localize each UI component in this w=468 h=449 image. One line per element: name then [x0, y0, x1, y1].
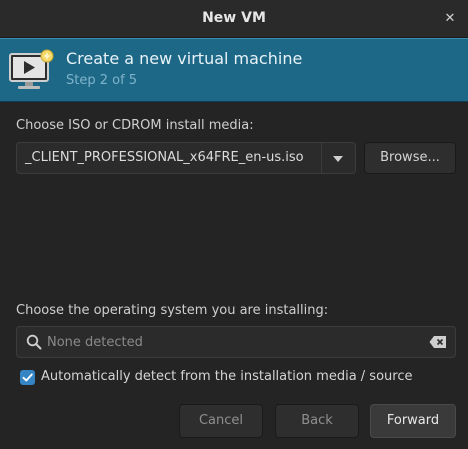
- cancel-button[interactable]: Cancel: [179, 404, 263, 438]
- os-search-input[interactable]: [47, 327, 417, 357]
- back-button[interactable]: Back: [275, 404, 359, 438]
- auto-detect-label[interactable]: Automatically detect from the installati…: [41, 369, 412, 384]
- close-icon[interactable]: ✕: [440, 9, 460, 29]
- forward-button[interactable]: Forward: [370, 404, 456, 438]
- backspace-clear-icon[interactable]: [429, 335, 447, 349]
- virtual-machine-icon: [9, 49, 54, 89]
- title-bar: New VM ✕: [0, 0, 468, 38]
- wizard-banner: Create a new virtual machine Step 2 of 5: [0, 38, 468, 102]
- window-title: New VM: [202, 10, 266, 26]
- install-media-label: Choose ISO or CDROM install media:: [16, 118, 254, 133]
- auto-detect-checkbox[interactable]: [20, 370, 35, 385]
- os-search-field[interactable]: [16, 326, 456, 358]
- search-icon: [26, 334, 42, 350]
- chevron-down-icon[interactable]: [321, 143, 355, 173]
- checkmark-icon: [22, 373, 33, 382]
- wizard-title: Create a new virtual machine: [66, 49, 303, 68]
- browse-button[interactable]: Browse...: [364, 142, 456, 174]
- install-media-entry[interactable]: _CLIENT_PROFESSIONAL_x64FRE_en-us.iso: [17, 143, 322, 173]
- new-vm-dialog: New VM ✕ Create a new virtual machine St…: [0, 0, 468, 449]
- install-media-combo[interactable]: _CLIENT_PROFESSIONAL_x64FRE_en-us.iso: [16, 142, 356, 174]
- wizard-step-indicator: Step 2 of 5: [66, 73, 138, 88]
- os-select-label: Choose the operating system you are inst…: [16, 303, 329, 318]
